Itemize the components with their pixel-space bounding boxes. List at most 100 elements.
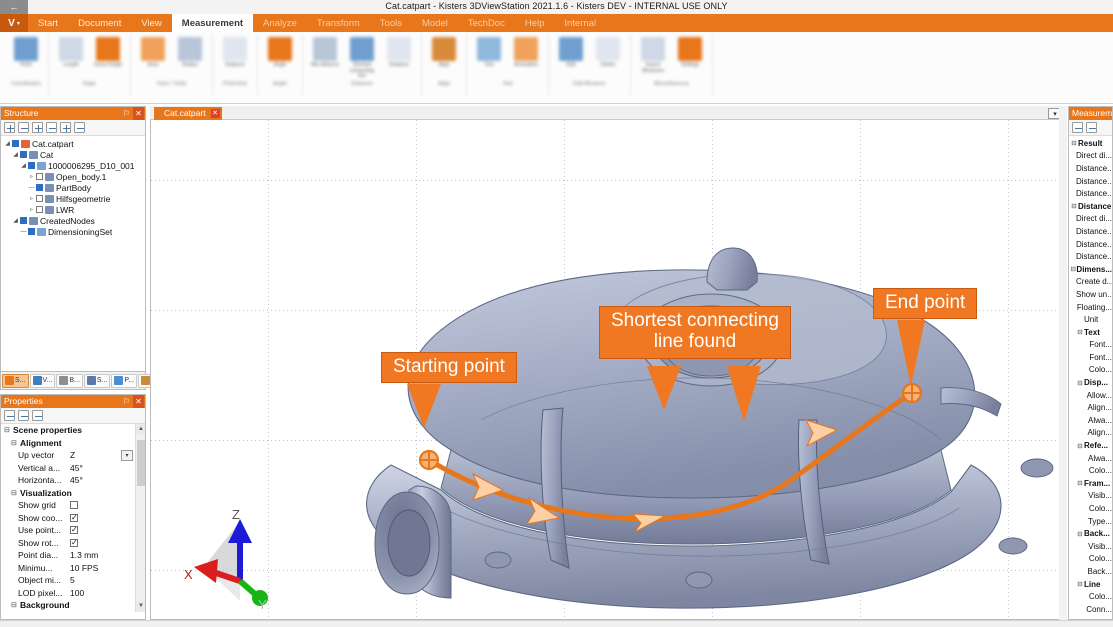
ribbon-button[interactable]: Min distance [310,37,340,69]
ribbon-button[interactable]: Distance [384,37,414,69]
property-row[interactable]: Use point... [1,524,145,537]
ribbon-button[interactable]: Curve length [93,37,123,69]
measurement-setting-row[interactable]: Allow... [1069,389,1112,402]
measurement-expander-icon[interactable]: ⊟ [1076,379,1084,387]
measurement-setting-row[interactable]: Align... [1069,427,1112,440]
tab-start[interactable]: Start [28,14,68,32]
property-row[interactable]: ⊟Alignment [1,437,145,450]
tree-visibility-checkbox[interactable] [20,151,27,158]
measurement-setting-row[interactable]: Distance... [1069,187,1112,200]
property-expander-icon[interactable]: ⊟ [11,439,20,447]
tree-expander-icon[interactable]: ◢ [19,162,28,169]
measurement-setting-row[interactable]: ⊟Back... [1069,527,1112,540]
property-row[interactable]: Horizonta...45° [1,474,145,487]
tab-view[interactable]: View [131,14,171,32]
property-row[interactable]: Minimu...10 FPS [1,562,145,575]
application-menu-button[interactable]: V ▾ [0,14,28,32]
scroll-down-icon[interactable]: ▼ [136,601,145,612]
measurement-setting-row[interactable]: Distance... [1069,225,1112,238]
tree-visibility-checkbox[interactable] [12,140,19,147]
dock-tab-4[interactable]: P... [111,374,137,388]
tree-node[interactable]: —PartBody [3,182,145,193]
measurement-expander-icon[interactable]: ⊟ [1076,442,1084,450]
property-row[interactable]: ⊟Background [1,599,145,612]
property-checkbox[interactable] [70,514,78,522]
property-row[interactable]: Show coo... [1,512,145,525]
property-expander-icon[interactable]: ⊟ [4,426,13,434]
measurement-setting-row[interactable]: Unit [1069,313,1112,326]
ribbon-button[interactable]: Align [429,37,459,69]
tree-node[interactable]: ▹Open_body.1 [3,171,145,182]
measurement-setting-row[interactable]: Distance... [1069,250,1112,263]
document-scrollbar[interactable] [1059,106,1067,620]
measurement-setting-row[interactable]: Back... [1069,565,1112,578]
measurement-expander-icon[interactable]: ⊟ [1076,530,1084,538]
measurement-setting-row[interactable]: Font... [1069,339,1112,352]
measurement-setting-row[interactable]: ⊟Dimens... [1069,263,1112,276]
alphabetical-sort-button[interactable] [4,410,15,421]
tree-node[interactable]: ▹LWR [3,204,145,215]
properties-list[interactable]: ⊟Scene properties⊟AlignmentUp vectorZ▾Ve… [1,424,145,612]
property-expander-icon[interactable]: ⊟ [11,601,20,609]
dock-tab-0[interactable]: S... [2,374,29,388]
measurement-setting-row[interactable]: ⊟Fram... [1069,477,1112,490]
tree-node[interactable]: —DimensioningSet [3,226,145,237]
tree-node[interactable]: ◢Cat [3,149,145,160]
collapse-all-button[interactable] [18,122,29,133]
expand-level-button[interactable] [60,122,71,133]
property-checkbox[interactable] [70,501,78,509]
measurement-setting-row[interactable]: Alwa... [1069,414,1112,427]
properties-scrollbar[interactable]: ▲ ▼ [135,424,145,612]
property-row[interactable]: Point dia...1.3 mm [1,549,145,562]
categorized-sort-button[interactable] [18,410,29,421]
tree-expander-icon[interactable]: ◢ [3,140,12,147]
pin-icon[interactable]: ⚐ [121,395,132,408]
measurement-expander-icon[interactable]: ⊟ [1076,580,1084,588]
ribbon-button[interactable]: Settings [675,37,705,69]
measurement-setting-row[interactable]: ⊟Disp... [1069,376,1112,389]
measurement-setting-row[interactable]: Distance... [1069,162,1112,175]
ribbon-button[interactable]: Radius [175,37,205,69]
tree-visibility-checkbox[interactable] [36,195,43,202]
property-row[interactable]: Object mi...5 [1,574,145,587]
ribbon-button[interactable]: Export Measures [638,37,668,74]
settings-reset-button[interactable] [1072,122,1083,133]
property-row[interactable]: Up vectorZ▾ [1,449,145,462]
dock-tab-2[interactable]: B... [56,374,83,388]
tree-node[interactable]: ◢Cat.catpart [3,138,145,149]
tree-expander-icon[interactable]: ◢ [11,217,20,224]
tree-expander-icon[interactable]: — [27,185,36,191]
property-row[interactable]: Show rot... [1,537,145,550]
measurement-setting-row[interactable]: Colo... [1069,553,1112,566]
tree-visibility-checkbox[interactable] [36,173,43,180]
measurement-setting-row[interactable]: Distance... [1069,175,1112,188]
ribbon-button[interactable]: Delete [593,37,623,69]
tree-expander-icon[interactable]: ▹ [27,195,36,202]
tree-node[interactable]: ◢CreatedNodes [3,215,145,226]
tab-model[interactable]: Model [412,14,458,32]
property-row[interactable]: Vertical a...45° [1,462,145,475]
tree-visibility-checkbox[interactable] [20,217,27,224]
measurement-setting-row[interactable]: ⊟Text [1069,326,1112,339]
tree-node[interactable]: ▹Hilfsgeometrie [3,193,145,204]
tab-transform[interactable]: Transform [307,14,370,32]
dock-tab-3[interactable]: S... [84,374,111,388]
coordinate-axis-widget[interactable]: Z X Y [182,505,286,610]
scroll-up-icon[interactable]: ▲ [136,424,145,435]
tree-expander-icon[interactable]: ▹ [27,206,36,213]
tree-visibility-checkbox[interactable] [28,228,35,235]
measurement-setting-row[interactable]: Conn... [1069,603,1112,616]
measurement-setting-row[interactable]: Visib... [1069,540,1112,553]
document-tab-cat-catpart[interactable]: Cat.catpart ✕ [154,107,222,120]
property-row[interactable]: Show grid [1,499,145,512]
ribbon-button[interactable]: Distance [220,37,250,69]
tree-visibility-checkbox[interactable] [36,184,43,191]
property-row[interactable]: ⊟Visualization [1,487,145,500]
tab-analyze[interactable]: Analyze [253,14,307,32]
measurement-setting-row[interactable]: Direct di... [1069,150,1112,163]
measurement-setting-row[interactable]: Align... [1069,401,1112,414]
tab-document[interactable]: Document [68,14,131,32]
measurement-setting-row[interactable]: ⊟Distance [1069,200,1112,213]
close-icon[interactable]: ✕ [133,395,144,408]
save-tree-state-button[interactable] [74,122,85,133]
